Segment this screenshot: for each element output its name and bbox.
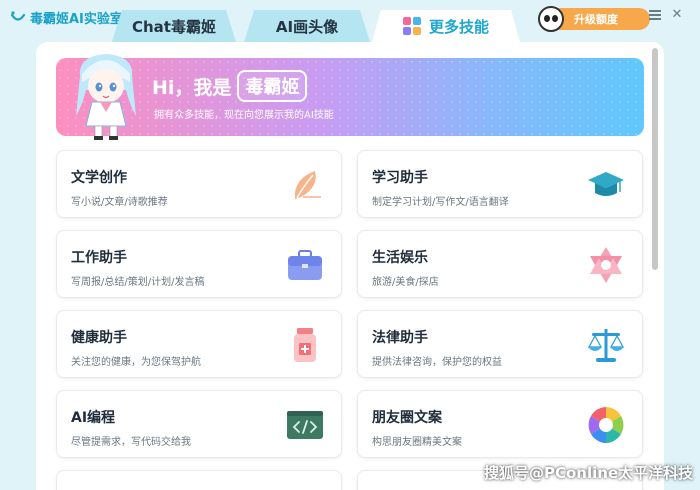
skill-card-study[interactable]: 学习助手 制定学习计划/写作文/语言翻译	[357, 150, 643, 218]
aperture-icon	[588, 407, 624, 443]
code-icon	[287, 411, 323, 439]
scrollbar[interactable]	[652, 48, 658, 270]
skill-card-moments[interactable]: 朋友圈文案 构思朋友圈精美文案	[357, 390, 643, 458]
card-desc: 写小说/文章/诗歌推荐	[71, 197, 168, 208]
banner-subtitle: 拥有众多技能，现在向您展示我的AI技能	[154, 110, 334, 121]
card-desc: 制定学习计划/写作文/语言翻译	[372, 197, 509, 208]
menu-icon	[649, 10, 661, 20]
card-title: AI编程	[71, 410, 116, 426]
scales-icon	[587, 329, 625, 362]
medicine-icon	[294, 328, 316, 362]
card-desc: 关注您的健康，为您保驾护航	[71, 357, 201, 368]
grid-icon	[402, 17, 421, 35]
banner-greeting: Hi，我是 毒霸姬	[152, 70, 308, 102]
title-bar: 毒霸姬AI实验室 Chat毒霸姬 AI画头像 更多技能 升级额度 ✕	[0, 0, 700, 42]
briefcase-icon	[288, 250, 322, 280]
card-title: 学习助手	[372, 170, 428, 186]
card-title: 文学创作	[71, 170, 127, 186]
tab-ai-avatar[interactable]: AI画头像	[244, 10, 370, 42]
greeting-text: Hi，我是	[152, 76, 232, 99]
mascot-image	[76, 54, 136, 140]
avatar[interactable]	[538, 6, 564, 32]
feather-icon	[294, 171, 321, 199]
skill-card-law[interactable]: 法律助手 提供法律咨询，保护您的权益	[357, 310, 643, 378]
skill-card-coding[interactable]: AI编程 尽管提需求，写代码交给我	[56, 390, 342, 458]
skill-card-partial[interactable]	[56, 470, 342, 490]
app-logo: 毒霸姬AI实验室	[10, 8, 123, 27]
name-badge: 毒霸姬	[237, 70, 308, 102]
card-title: 法律助手	[372, 330, 428, 346]
menu-button[interactable]	[648, 8, 662, 22]
user-area: 升级额度	[538, 6, 650, 32]
card-title: 朋友圈文案	[372, 410, 442, 426]
close-icon: ✕	[671, 7, 683, 22]
close-button[interactable]: ✕	[670, 8, 684, 22]
tab-more-skills[interactable]: 更多技能	[372, 10, 520, 42]
skill-card-literature[interactable]: 文学创作 写小说/文章/诗歌推荐	[56, 150, 342, 218]
app-logo-icon	[10, 10, 26, 21]
intro-banner	[56, 58, 644, 136]
card-desc: 提供法律咨询，保护您的权益	[372, 357, 502, 368]
card-title: 生活娱乐	[372, 250, 428, 266]
skill-card-health[interactable]: 健康助手 关注您的健康，为您保驾护航	[56, 310, 342, 378]
watermark-text: 搜狐号@PConline太平洋科技	[484, 464, 694, 482]
skill-card-life[interactable]: 生活娱乐 旅游/美食/探店	[357, 230, 643, 298]
tab-more-skills-label: 更多技能	[428, 17, 489, 36]
card-desc: 构思朋友圈精美文案	[372, 437, 462, 448]
upgrade-button[interactable]: 升级额度	[558, 8, 650, 30]
card-title: 工作助手	[71, 250, 127, 266]
skill-card-work[interactable]: 工作助手 写周报/总结/策划/计划/发言稿	[56, 230, 342, 298]
card-title: 健康助手	[71, 330, 127, 346]
tab-chat[interactable]: Chat毒霸姬	[112, 10, 236, 42]
app-title: 毒霸姬AI实验室	[30, 12, 123, 27]
graduation-cap-icon	[588, 172, 624, 196]
card-desc: 写周报/总结/策划/计划/发言稿	[71, 277, 205, 288]
card-desc: 旅游/美食/探店	[372, 277, 439, 288]
card-desc: 尽管提需求，写代码交给我	[71, 437, 191, 448]
star-icon	[590, 247, 622, 283]
